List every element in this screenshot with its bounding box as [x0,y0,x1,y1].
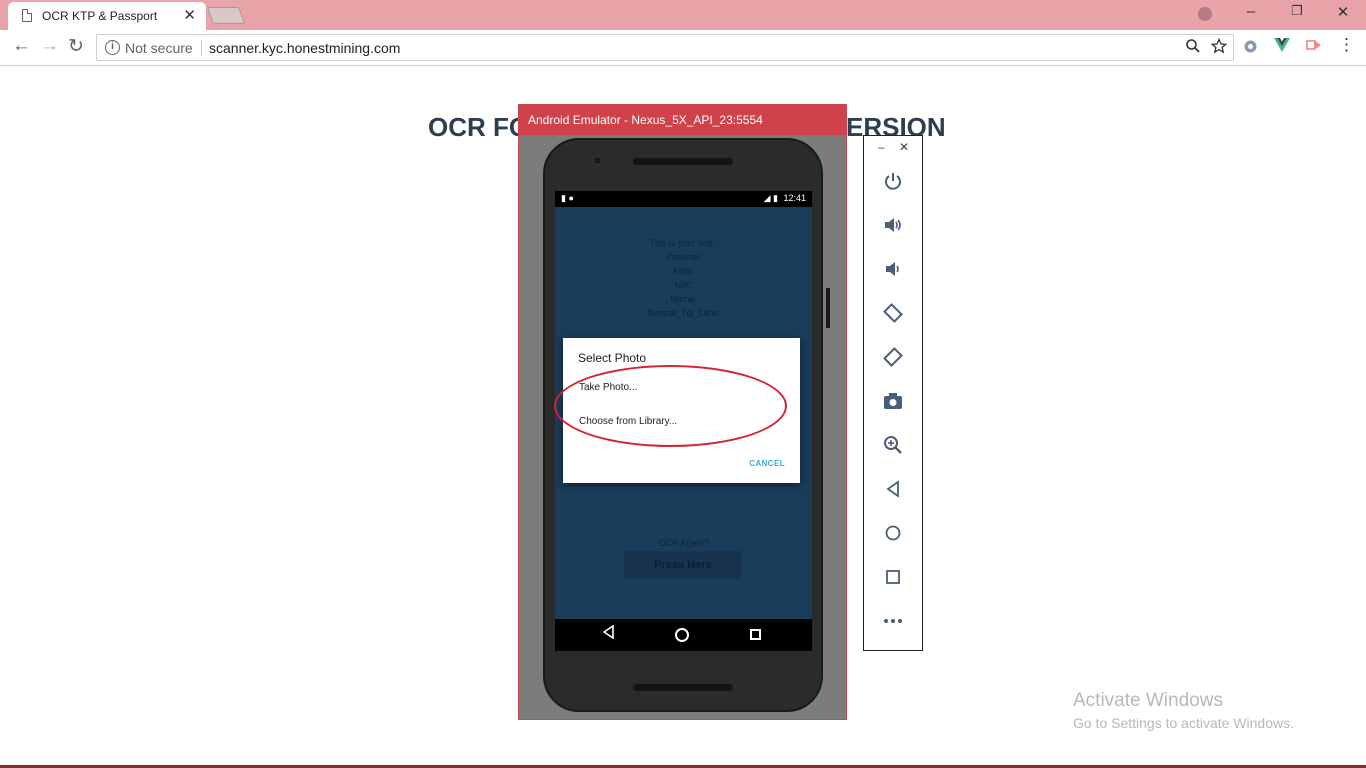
tab-close-icon[interactable]: ✕ [183,6,196,24]
rotate-left-icon[interactable] [880,300,906,326]
app-text-line: This is your text : [649,238,718,248]
extension-icon[interactable] [1242,38,1259,58]
home-icon[interactable] [880,520,906,546]
front-camera [593,156,602,165]
page-icon [22,9,32,22]
android-nav-bar [555,619,812,651]
address-bar[interactable]: i Not secure scanner.kyc.honestmining.co… [96,34,1234,61]
browser-toolbar: ← → ↻ i Not secure scanner.kyc.honestmin… [0,30,1366,66]
emulator-controls-panel: – ✕ [863,135,923,651]
volume-down-icon[interactable] [880,256,906,282]
app-text-line: NIK: [674,280,693,290]
panel-close-button[interactable]: ✕ [899,140,909,154]
back-icon[interactable] [880,476,906,502]
android-recents-icon[interactable] [750,629,761,640]
chrome-menu-icon[interactable]: ⋮ [1338,35,1355,55]
forward-button[interactable]: → [40,35,59,57]
tab-title: OCR KTP & Passport [42,9,158,23]
bottom-speaker [633,684,733,691]
emulator-titlebar[interactable]: Android Emulator - Nexus_5X_API_23:5554 [519,105,846,135]
browser-titlebar: OCR KTP & Passport ✕ – ❐ ✕ [0,0,1366,30]
vue-devtools-icon[interactable] [1274,38,1290,55]
volume-up-icon[interactable] [880,212,906,238]
profile-icon[interactable] [1198,7,1212,21]
highlight-annotation [554,365,787,447]
rotate-right-icon[interactable] [880,344,906,370]
divider [201,40,202,56]
status-bar: ▮ ● ◢ ▮ 12:41 [555,191,812,207]
window-minimize-button[interactable]: – [1228,3,1274,20]
url-text[interactable]: scanner.kyc.honestmining.com [209,40,400,56]
security-label[interactable]: Not secure [125,40,193,56]
info-icon[interactable]: i [105,40,120,55]
overview-icon[interactable] [880,564,906,590]
back-button[interactable]: ← [12,35,31,57]
ocr-again-label: OCR Again? [658,538,709,548]
signal-battery-icons: ◢ ▮ [763,193,778,203]
side-button [826,288,830,328]
activate-windows-title: Activate Windows [1073,690,1223,711]
dialog-title: Select Photo [578,351,647,365]
emulator-title: Android Emulator - Nexus_5X_API_23:5554 [528,113,763,127]
android-home-icon[interactable] [675,628,689,642]
press-here-button[interactable]: Press Here [624,551,742,579]
notification-icons: ▮ ● [561,193,574,203]
search-icon[interactable] [1185,38,1201,58]
app-text-line: Kota: [672,266,694,276]
app-text-line: Nama: [670,294,697,304]
camera-icon[interactable] [880,388,906,414]
panel-minimize-button[interactable]: – [878,140,885,154]
top-speaker [633,158,733,165]
app-text-line: Provinsi: [666,252,701,262]
browser-tab[interactable]: OCR KTP & Passport ✕ [8,2,206,30]
app-text-line: Tempat_Tgl_Lahir: [646,308,721,318]
reload-button[interactable]: ↻ [68,35,84,58]
bookmark-star-icon[interactable] [1210,37,1228,58]
new-tab-button[interactable] [206,7,246,24]
window-restore-button[interactable]: ❐ [1274,3,1320,19]
status-time: 12:41 [783,193,806,203]
window-close-button[interactable]: ✕ [1320,3,1366,21]
android-back-icon[interactable] [602,624,615,643]
page-title-left: OCR FO [428,112,530,142]
zoom-icon[interactable] [880,432,906,458]
more-icon[interactable] [880,608,906,634]
cancel-button[interactable]: CANCEL [749,459,785,468]
power-icon[interactable] [880,168,906,194]
activate-windows-subtitle: Go to Settings to activate Windows. [1073,715,1294,731]
extension-arrow-icon[interactable] [1306,38,1322,55]
